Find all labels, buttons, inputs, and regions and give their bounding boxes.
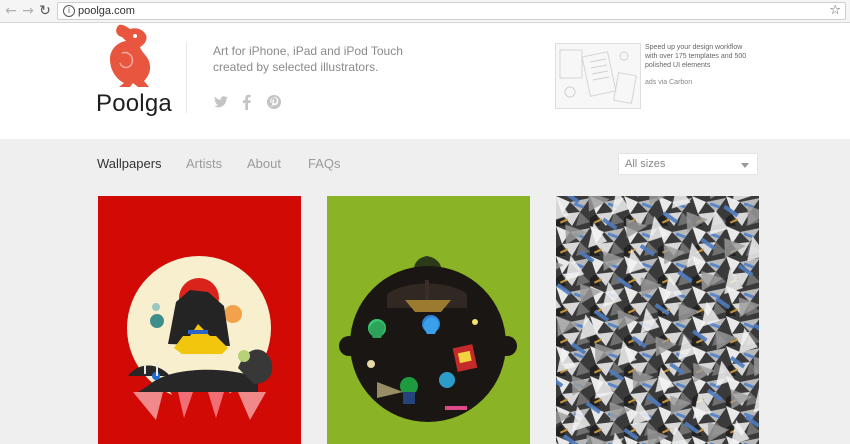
forward-icon[interactable]: →: [21, 3, 35, 19]
tagline: Art for iPhone, iPad and iPod Touch crea…: [213, 43, 453, 75]
ad-line-2[interactable]: with over 175 templates and 500: [645, 52, 755, 61]
wallpaper-card-1[interactable]: [98, 196, 301, 444]
browser-toolbar: ← → ↻ i poolga.com ☆: [0, 0, 850, 23]
brand-name[interactable]: Poolga: [96, 90, 172, 118]
nav-about[interactable]: About: [247, 156, 281, 171]
site-header: Poolga Art for iPhone, iPad and iPod Tou…: [0, 23, 850, 139]
ad-mockup-icon: [556, 44, 640, 108]
chevron-down-icon: [741, 163, 749, 168]
ad-line-3[interactable]: polished UI elements: [645, 61, 755, 70]
star-icon[interactable]: ☆: [829, 3, 841, 19]
facebook-icon[interactable]: [239, 94, 255, 110]
logo-link[interactable]: [104, 23, 154, 94]
info-icon[interactable]: i: [63, 5, 75, 17]
wallpaper-thumbnail: [327, 196, 530, 444]
url-text[interactable]: poolga.com: [78, 4, 135, 18]
nav-artists[interactable]: Artists: [186, 156, 222, 171]
tagline-line-2: created by selected illustrators.: [213, 60, 379, 74]
tagline-line-1: Art for iPhone, iPad and iPod Touch: [213, 44, 403, 58]
wallpaper-card-2[interactable]: [327, 196, 530, 444]
ad-line-1[interactable]: Speed up your design workflow: [645, 43, 755, 52]
back-icon[interactable]: ←: [4, 3, 18, 19]
size-filter-select[interactable]: All sizes: [618, 153, 758, 175]
poolga-mascot-icon: [110, 24, 151, 88]
wallpaper-card-3[interactable]: [556, 196, 759, 444]
wallpaper-thumbnail: [556, 196, 759, 444]
header-divider: [186, 43, 187, 113]
ad-text[interactable]: Speed up your design workflow with over …: [645, 43, 755, 70]
address-bar[interactable]: i poolga.com ☆: [57, 2, 846, 20]
twitter-icon[interactable]: [213, 94, 229, 110]
pinterest-icon[interactable]: [266, 94, 282, 110]
size-filter-value: All sizes: [625, 158, 666, 170]
ad-via-carbon[interactable]: ads via Carbon: [645, 79, 692, 86]
nav-faqs[interactable]: FAQs: [308, 156, 341, 171]
reload-icon[interactable]: ↻: [38, 3, 52, 19]
wallpaper-thumbnail: [98, 196, 301, 444]
nav-wallpapers[interactable]: Wallpapers: [97, 156, 162, 171]
social-links: [213, 93, 288, 111]
ad-image[interactable]: [555, 43, 641, 109]
